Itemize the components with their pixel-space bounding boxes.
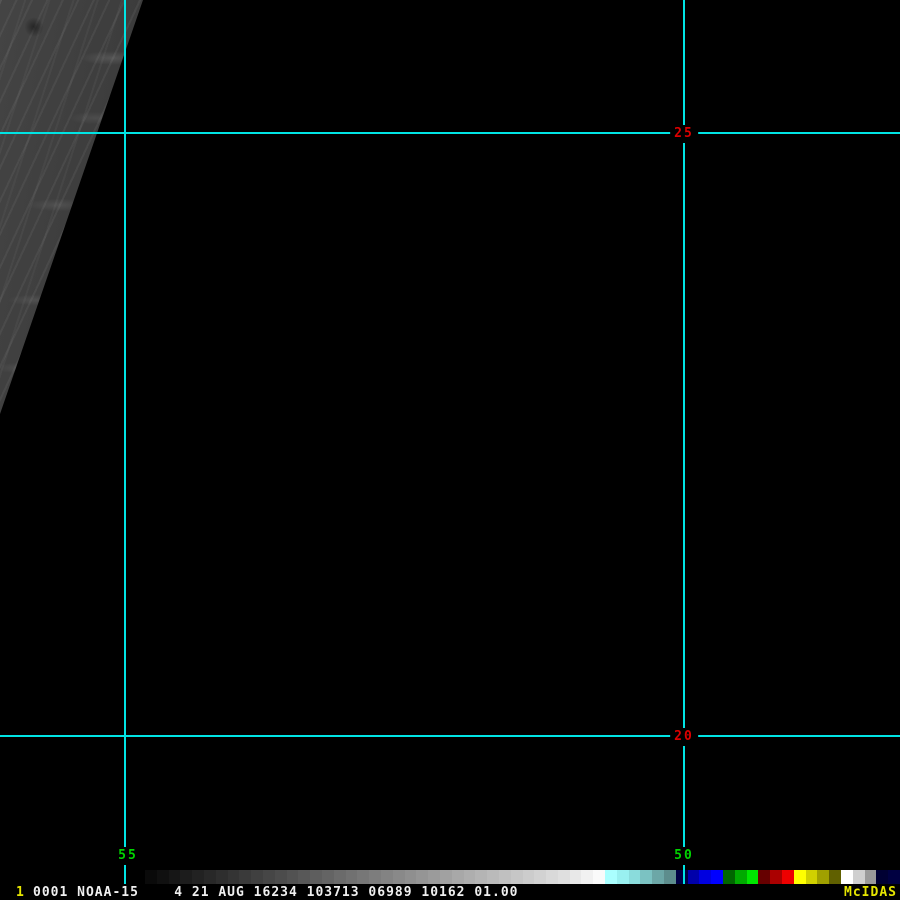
colorbar-segment xyxy=(157,870,169,884)
colorbar-segment xyxy=(699,870,711,884)
colorbar-segment xyxy=(475,870,487,884)
colorbar-segment xyxy=(346,870,358,884)
colorbar-segment xyxy=(605,870,617,884)
colorbar-segment xyxy=(464,870,476,884)
colorbar-segment xyxy=(228,870,240,884)
colorbar-segment xyxy=(593,870,605,884)
colorbar-segment xyxy=(853,870,865,884)
colorbar-segment xyxy=(428,870,440,884)
longitude-label-55: 55 xyxy=(114,847,142,865)
status-bar: 1 0001 NOAA-15 4 21 AUG 16234 103713 069… xyxy=(0,884,900,900)
colorbar-segment xyxy=(841,870,853,884)
colorbar-segment xyxy=(416,870,428,884)
colorbar-segment xyxy=(310,870,322,884)
longitude-label-50: 50 xyxy=(670,847,698,865)
colorbar-segment xyxy=(180,870,192,884)
colorbar-segment xyxy=(452,870,464,884)
colorbar-segment xyxy=(735,870,747,884)
colorbar-segment xyxy=(806,870,818,884)
colorbar-segment xyxy=(405,870,417,884)
mcidas-display: 25 20 55 50 1 0001 NOAA-15 4 21 AUG 1623… xyxy=(0,0,900,900)
colorbar-segment xyxy=(876,870,888,884)
colorbar-segment xyxy=(723,870,735,884)
colorbar-segment xyxy=(652,870,664,884)
colorbar-segment xyxy=(817,870,829,884)
colorbar-segment xyxy=(357,870,369,884)
colorbar-segment xyxy=(393,870,405,884)
colorbar-segment xyxy=(511,870,523,884)
colorbar-segment xyxy=(888,870,900,884)
image-info-text: 0001 NOAA-15 4 21 AUG 16234 103713 06989… xyxy=(33,886,518,900)
colorbar-segment xyxy=(369,870,381,884)
colorbar-segment xyxy=(145,870,157,884)
colorbar-segment xyxy=(523,870,535,884)
colorbar-segment xyxy=(298,870,310,884)
latitude-label-25: 25 xyxy=(670,125,698,143)
colorbar-segment xyxy=(381,870,393,884)
map-gridline-horizontal-20 xyxy=(0,735,900,737)
colorbar-segment xyxy=(676,870,688,884)
colorbar-segment xyxy=(263,870,275,884)
colorbar-segment xyxy=(629,870,641,884)
colorbar-segment xyxy=(758,870,770,884)
colorbar-segment xyxy=(534,870,546,884)
colorbar-segment xyxy=(664,870,676,884)
latitude-label-20: 20 xyxy=(670,728,698,746)
colorbar-segment xyxy=(617,870,629,884)
map-gridline-horizontal-25 xyxy=(0,132,900,134)
colorbar-segment xyxy=(275,870,287,884)
colorbar-segment xyxy=(239,870,251,884)
colorbar-segment xyxy=(570,870,582,884)
mcidas-brand-label: McIDAS xyxy=(844,886,897,900)
colorbar-segment xyxy=(688,870,700,884)
colorbar-segment xyxy=(192,870,204,884)
colorbar-segment xyxy=(546,870,558,884)
colorbar-segment xyxy=(322,870,334,884)
colorbar-segment xyxy=(487,870,499,884)
colorbar-segment xyxy=(747,870,759,884)
colorbar-segment xyxy=(499,870,511,884)
colorbar-segment xyxy=(558,870,570,884)
colorbar-segment xyxy=(169,870,181,884)
colorbar-segment xyxy=(829,870,841,884)
colorbar-segment xyxy=(770,870,782,884)
colorbar-segment xyxy=(581,870,593,884)
colorbar-segment xyxy=(794,870,806,884)
colorbar-segment xyxy=(640,870,652,884)
colorbar-segment xyxy=(334,870,346,884)
enhancement-colorbar xyxy=(145,870,900,884)
colorbar-segment xyxy=(251,870,263,884)
colorbar-segment xyxy=(782,870,794,884)
colorbar-segment xyxy=(711,870,723,884)
frame-number[interactable]: 1 xyxy=(16,886,25,900)
colorbar-segment xyxy=(204,870,216,884)
colorbar-segment xyxy=(440,870,452,884)
colorbar-segment xyxy=(216,870,228,884)
colorbar-segment xyxy=(287,870,299,884)
colorbar-segment xyxy=(865,870,877,884)
